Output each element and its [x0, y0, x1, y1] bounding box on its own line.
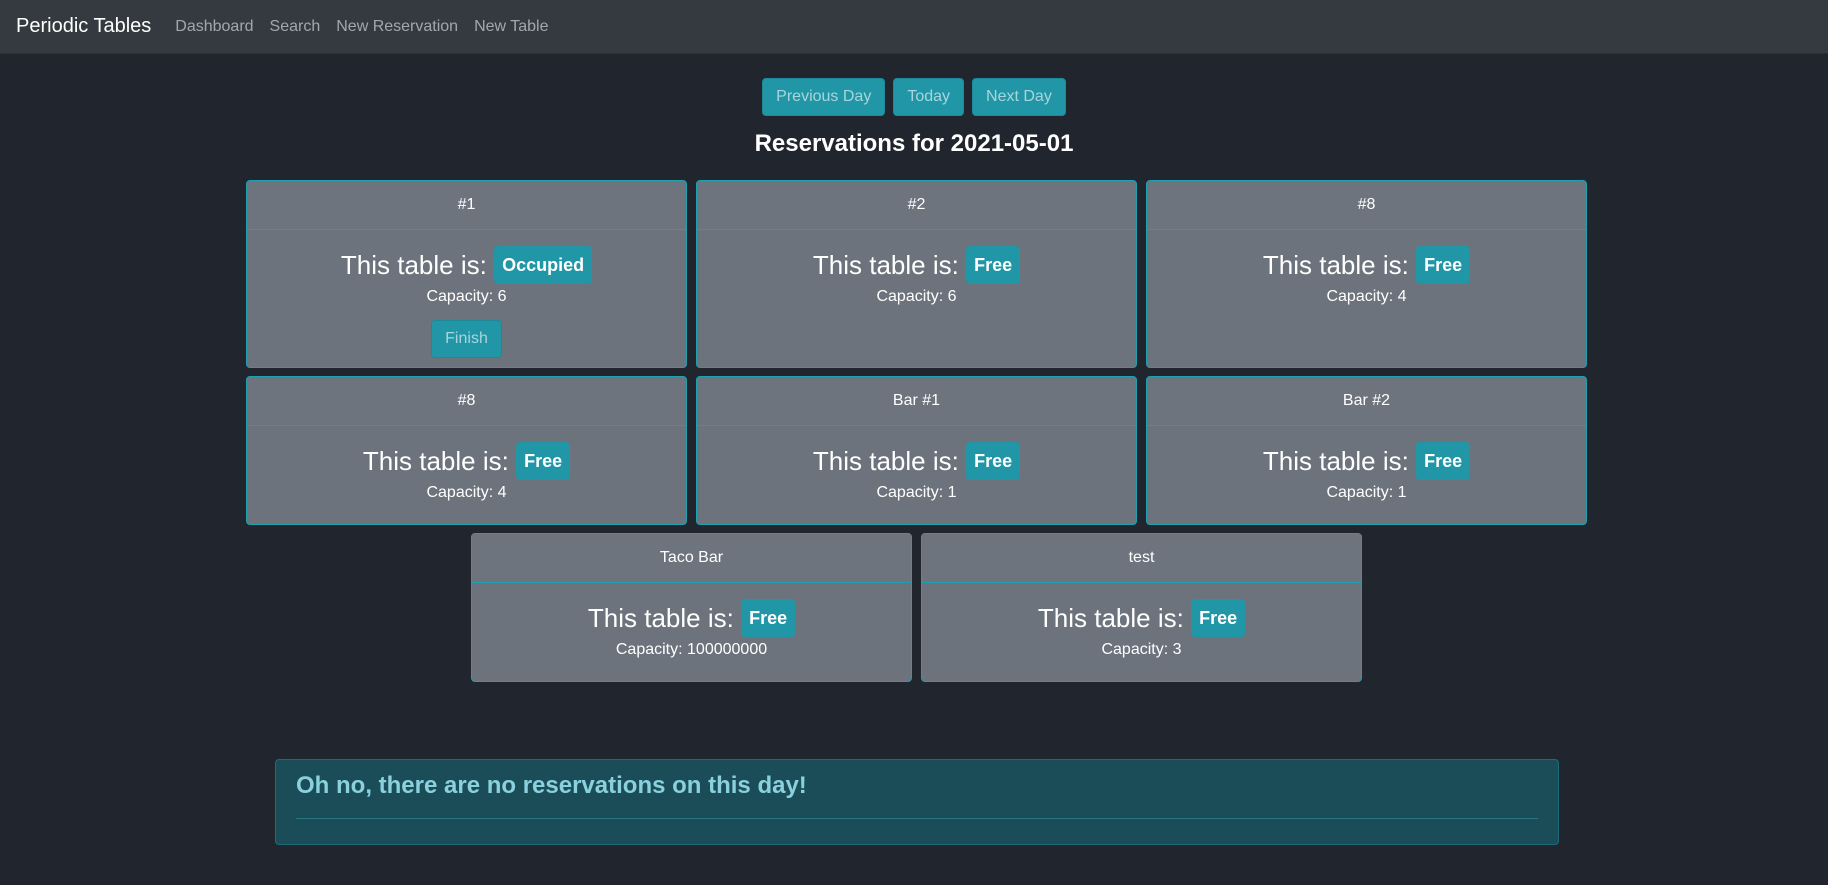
- status-label: This table is:: [1262, 249, 1409, 280]
- table-status-line: This table is: Free: [697, 246, 1136, 286]
- capacity-value: 100000000: [687, 641, 768, 658]
- capacity-value: 4: [1397, 288, 1407, 305]
- status-label: This table is:: [362, 445, 509, 476]
- status-label: This table is:: [812, 249, 959, 280]
- status-badge: Free: [1416, 442, 1471, 480]
- status-label: This table is:: [1037, 602, 1184, 633]
- capacity-label: Capacity:: [1326, 288, 1394, 305]
- table-status-line: This table is: Free: [472, 599, 911, 639]
- table-card-body: This table is: Free Capacity: 100000000: [472, 583, 911, 659]
- table-capacity: Capacity: 6: [697, 288, 1136, 306]
- capacity-label: Capacity:: [615, 641, 683, 658]
- capacity-label: Capacity:: [426, 484, 494, 501]
- status-label: This table is:: [587, 602, 734, 633]
- table-status-line: This table is: Free: [922, 599, 1361, 639]
- table-card-body: This table is: Free Capacity: 1: [1147, 426, 1586, 502]
- capacity-value: 6: [497, 288, 507, 305]
- table-capacity: Capacity: 1: [697, 484, 1136, 502]
- capacity-value: 6: [947, 288, 957, 305]
- capacity-label: Capacity:: [876, 484, 944, 501]
- table-card-header: #2: [697, 181, 1136, 230]
- table-capacity: Capacity: 1: [1147, 484, 1586, 502]
- table-card-header: #8: [247, 377, 686, 426]
- table-card: test This table is: Free Capacity: 3: [921, 533, 1362, 682]
- table-card: Bar #1 This table is: Free Capacity: 1: [696, 376, 1137, 525]
- previous-day-button[interactable]: Previous Day: [762, 78, 886, 116]
- status-label: This table is:: [1262, 445, 1409, 476]
- status-badge: Free: [1191, 599, 1246, 637]
- table-status-line: This table is: Free: [1147, 442, 1586, 482]
- table-card-body: This table is: Free Capacity: 4: [247, 426, 686, 502]
- status-label: This table is:: [340, 249, 487, 280]
- table-capacity: Capacity: 4: [247, 484, 686, 502]
- status-badge: Free: [516, 442, 571, 480]
- table-status-line: This table is: Free: [1147, 246, 1586, 286]
- table-card-body: This table is: Occupied Capacity: 6 Fini…: [247, 230, 686, 358]
- finish-button[interactable]: Finish: [431, 320, 502, 358]
- table-card: Taco Bar This table is: Free Capacity: 1…: [471, 533, 912, 682]
- nav-link-new-reservation[interactable]: New Reservation: [336, 18, 458, 36]
- status-badge: Free: [1416, 246, 1471, 284]
- table-card-header: Bar #1: [697, 377, 1136, 426]
- status-badge: Occupied: [494, 246, 593, 284]
- table-card: #1 This table is: Occupied Capacity: 6 F…: [246, 180, 687, 368]
- table-card: #2 This table is: Free Capacity: 6: [696, 180, 1137, 368]
- date-controls: Previous Day Today Next Day: [0, 78, 1828, 116]
- today-button[interactable]: Today: [893, 78, 965, 116]
- capacity-value: 4: [497, 484, 507, 501]
- table-card-body: This table is: Free Capacity: 6: [697, 230, 1136, 306]
- table-card-body: This table is: Free Capacity: 3: [922, 583, 1361, 659]
- nav-link-dashboard[interactable]: Dashboard: [175, 18, 253, 36]
- capacity-label: Capacity:: [1326, 484, 1394, 501]
- no-reservations-alert: Oh no, there are no reservations on this…: [275, 759, 1559, 845]
- table-status-line: This table is: Free: [697, 442, 1136, 482]
- table-card-header: #8: [1147, 181, 1586, 230]
- nav-link-new-table[interactable]: New Table: [474, 18, 548, 36]
- status-badge: Free: [741, 599, 796, 637]
- table-capacity: Capacity: 6: [247, 288, 686, 306]
- table-capacity: Capacity: 100000000: [472, 641, 911, 659]
- alert-heading: Oh no, there are no reservations on this…: [296, 772, 807, 799]
- nav-link-search[interactable]: Search: [270, 18, 321, 36]
- table-card-body: This table is: Free Capacity: 4: [1147, 230, 1586, 306]
- table-card: Bar #2 This table is: Free Capacity: 1: [1146, 376, 1587, 525]
- table-card: #8 This table is: Free Capacity: 4: [246, 376, 687, 525]
- alert-divider: [296, 818, 1538, 819]
- table-card-body: This table is: Free Capacity: 1: [697, 426, 1136, 502]
- table-card-header: #1: [247, 181, 686, 230]
- table-capacity: Capacity: 3: [922, 641, 1361, 659]
- capacity-value: 3: [1172, 641, 1182, 658]
- capacity-label: Capacity:: [876, 288, 944, 305]
- capacity-label: Capacity:: [1101, 641, 1169, 658]
- capacity-value: 1: [1397, 484, 1407, 501]
- table-status-line: This table is: Occupied: [247, 246, 686, 286]
- capacity-label: Capacity:: [426, 288, 494, 305]
- status-label: This table is:: [812, 445, 959, 476]
- table-card-header: Taco Bar: [472, 534, 911, 583]
- status-badge: Free: [966, 442, 1021, 480]
- brand-link[interactable]: Periodic Tables: [16, 15, 151, 38]
- capacity-value: 1: [947, 484, 957, 501]
- page-title: Reservations for 2021-05-01: [754, 130, 1074, 157]
- next-day-button[interactable]: Next Day: [972, 78, 1066, 116]
- status-badge: Free: [966, 246, 1021, 284]
- table-card: #8 This table is: Free Capacity: 4: [1146, 180, 1587, 368]
- table-card-header: Bar #2: [1147, 377, 1586, 426]
- table-status-line: This table is: Free: [247, 442, 686, 482]
- navbar: Periodic Tables Dashboard Search New Res…: [0, 0, 1828, 54]
- table-card-header: test: [922, 534, 1361, 583]
- table-capacity: Capacity: 4: [1147, 288, 1586, 306]
